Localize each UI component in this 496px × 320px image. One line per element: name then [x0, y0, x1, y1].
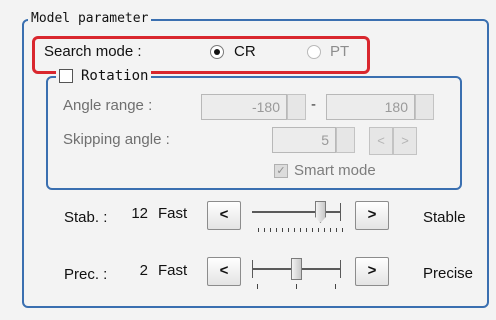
- stab-fast-label: Fast: [158, 205, 188, 222]
- checkbox-checked-icon: ✓: [274, 164, 288, 178]
- prec-slider-thumb[interactable]: [291, 258, 302, 280]
- stab-slider-tick: [312, 228, 313, 232]
- stab-slider-tick: [318, 228, 319, 232]
- prec-increase-button[interactable]: >: [355, 257, 389, 286]
- stab-slider-tick: [342, 228, 343, 232]
- smart-mode-label: Smart mode: [294, 162, 376, 179]
- skipping-angle-next-button[interactable]: >: [393, 127, 417, 155]
- stab-slider-tick: [294, 228, 295, 232]
- search-mode-cr-label[interactable]: CR: [234, 43, 256, 60]
- stab-slider-tick: [288, 228, 289, 232]
- prec-slider[interactable]: [252, 253, 348, 293]
- search-mode-cr-radio[interactable]: [210, 45, 224, 59]
- stab-slider-tick: [258, 228, 259, 232]
- stab-increase-button[interactable]: >: [355, 201, 389, 230]
- stab-stable-label: Stable: [423, 209, 466, 226]
- angle-range-max-field[interactable]: 180: [326, 94, 415, 120]
- angle-range-min-spin[interactable]: [287, 94, 306, 120]
- stab-slider-tick: [300, 228, 301, 232]
- search-mode-label: Search mode :: [44, 43, 142, 60]
- stab-slider-tick: [276, 228, 277, 232]
- smart-mode-checkbox: ✓: [274, 164, 288, 178]
- skipping-angle-prev-button[interactable]: <: [369, 127, 393, 155]
- prec-precise-label: Precise: [423, 265, 474, 282]
- skipping-angle-spin[interactable]: [336, 127, 355, 153]
- stab-slider-tick: [306, 228, 307, 232]
- stab-slider-tick: [270, 228, 271, 232]
- stab-slider-tick: [336, 228, 337, 232]
- angle-range-max-spin[interactable]: [415, 94, 434, 120]
- skipping-angle-label: Skipping angle :: [63, 131, 170, 148]
- stab-slider-thumb[interactable]: [315, 201, 326, 223]
- stab-value: 12: [131, 205, 148, 222]
- rotation-label: Rotation: [81, 68, 149, 84]
- prec-decrease-button[interactable]: <: [207, 257, 241, 286]
- stab-slider-tick: [330, 228, 331, 232]
- rotation-legend: Rotation: [56, 68, 152, 84]
- stab-decrease-button[interactable]: <: [207, 201, 241, 230]
- model-parameter-legend: Model parameter: [28, 11, 152, 27]
- skipping-angle-field[interactable]: 5: [272, 127, 336, 153]
- angle-range-label: Angle range :: [63, 97, 153, 114]
- prec-label: Prec. :: [64, 266, 108, 283]
- prec-value: 2: [139, 262, 148, 279]
- angle-range-separator: -: [311, 96, 316, 113]
- stab-slider-tick: [264, 228, 265, 232]
- radio-selected-icon: [210, 45, 224, 59]
- stab-label: Stab. :: [64, 209, 108, 226]
- stab-slider-tick: [282, 228, 283, 232]
- rotation-checkbox[interactable]: [59, 69, 73, 83]
- stab-slider[interactable]: [252, 196, 348, 236]
- prec-fast-label: Fast: [158, 262, 188, 279]
- search-mode-pt-radio: [307, 45, 321, 59]
- radio-unselected-icon: [307, 45, 321, 59]
- stab-slider-tick: [324, 228, 325, 232]
- angle-range-min-field[interactable]: -180: [201, 94, 287, 120]
- search-mode-pt-label: PT: [330, 43, 350, 60]
